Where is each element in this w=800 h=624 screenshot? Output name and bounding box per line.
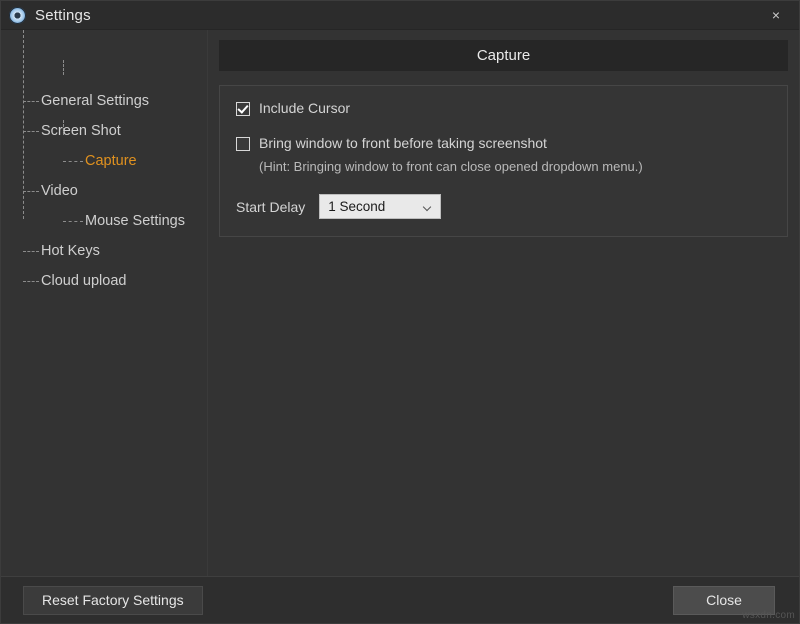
tree-connector-icon xyxy=(23,191,39,192)
capture-options-group: Include Cursor Bring window to front bef… xyxy=(219,85,788,237)
window-body: General Settings Screen Shot Capture Vid… xyxy=(1,30,799,576)
tree-connector-icon xyxy=(63,221,83,222)
sidebar-item-screen-shot[interactable]: Screen Shot xyxy=(1,116,207,146)
sidebar: General Settings Screen Shot Capture Vid… xyxy=(1,30,208,576)
chevron-down-icon xyxy=(424,204,431,211)
start-delay-row: Start Delay 1 Second xyxy=(236,194,771,219)
content-panel: Capture Include Cursor Bring window to f… xyxy=(208,30,799,576)
sidebar-item-label: Mouse Settings xyxy=(85,214,185,229)
sidebar-item-label: Screen Shot xyxy=(41,124,121,139)
bring-window-to-front-checkbox[interactable] xyxy=(236,137,250,151)
titlebar: Settings × xyxy=(1,1,799,30)
tree-connector-icon xyxy=(23,281,39,282)
sidebar-item-mouse-settings[interactable]: Mouse Settings xyxy=(1,206,207,236)
start-delay-select[interactable]: 1 Second xyxy=(319,194,441,219)
watermark: wsxdn.com xyxy=(742,610,795,621)
include-cursor-row[interactable]: Include Cursor xyxy=(236,100,771,116)
target-circle-icon xyxy=(9,7,26,24)
sidebar-item-label: Capture xyxy=(85,154,137,169)
bring-window-to-front-row[interactable]: Bring window to front before taking scre… xyxy=(236,135,771,151)
close-icon[interactable]: × xyxy=(761,1,791,29)
sidebar-item-label: Hot Keys xyxy=(41,244,100,259)
tree-connector-icon xyxy=(23,251,39,252)
sidebar-item-label: General Settings xyxy=(41,94,149,109)
window-title: Settings xyxy=(35,8,91,23)
tree-branch-line-screenshot xyxy=(63,60,64,75)
start-delay-value: 1 Second xyxy=(328,200,385,214)
sidebar-item-cloud-upload[interactable]: Cloud upload xyxy=(1,266,207,296)
page-title: Capture xyxy=(219,40,788,71)
include-cursor-checkbox[interactable] xyxy=(236,102,250,116)
sidebar-item-label: Video xyxy=(41,184,78,199)
settings-tree: General Settings Screen Shot Capture Vid… xyxy=(1,86,207,296)
sidebar-item-capture[interactable]: Capture xyxy=(1,146,207,176)
tree-connector-icon xyxy=(23,101,39,102)
start-delay-label: Start Delay xyxy=(236,199,305,215)
sidebar-item-hot-keys[interactable]: Hot Keys xyxy=(1,236,207,266)
sidebar-item-general-settings[interactable]: General Settings xyxy=(1,86,207,116)
tree-connector-icon xyxy=(23,131,39,132)
sidebar-item-video[interactable]: Video xyxy=(1,176,207,206)
tree-connector-icon xyxy=(63,161,83,162)
footer-bar: Reset Factory Settings Close wsxdn.com xyxy=(1,576,799,623)
settings-window: Settings × General Settings Screen Shot xyxy=(0,0,800,624)
sidebar-item-label: Cloud upload xyxy=(41,274,126,289)
reset-factory-settings-button[interactable]: Reset Factory Settings xyxy=(23,586,203,615)
bring-window-hint: (Hint: Bringing window to front can clos… xyxy=(259,159,771,175)
include-cursor-label: Include Cursor xyxy=(259,100,350,116)
bring-window-to-front-label: Bring window to front before taking scre… xyxy=(259,135,547,151)
